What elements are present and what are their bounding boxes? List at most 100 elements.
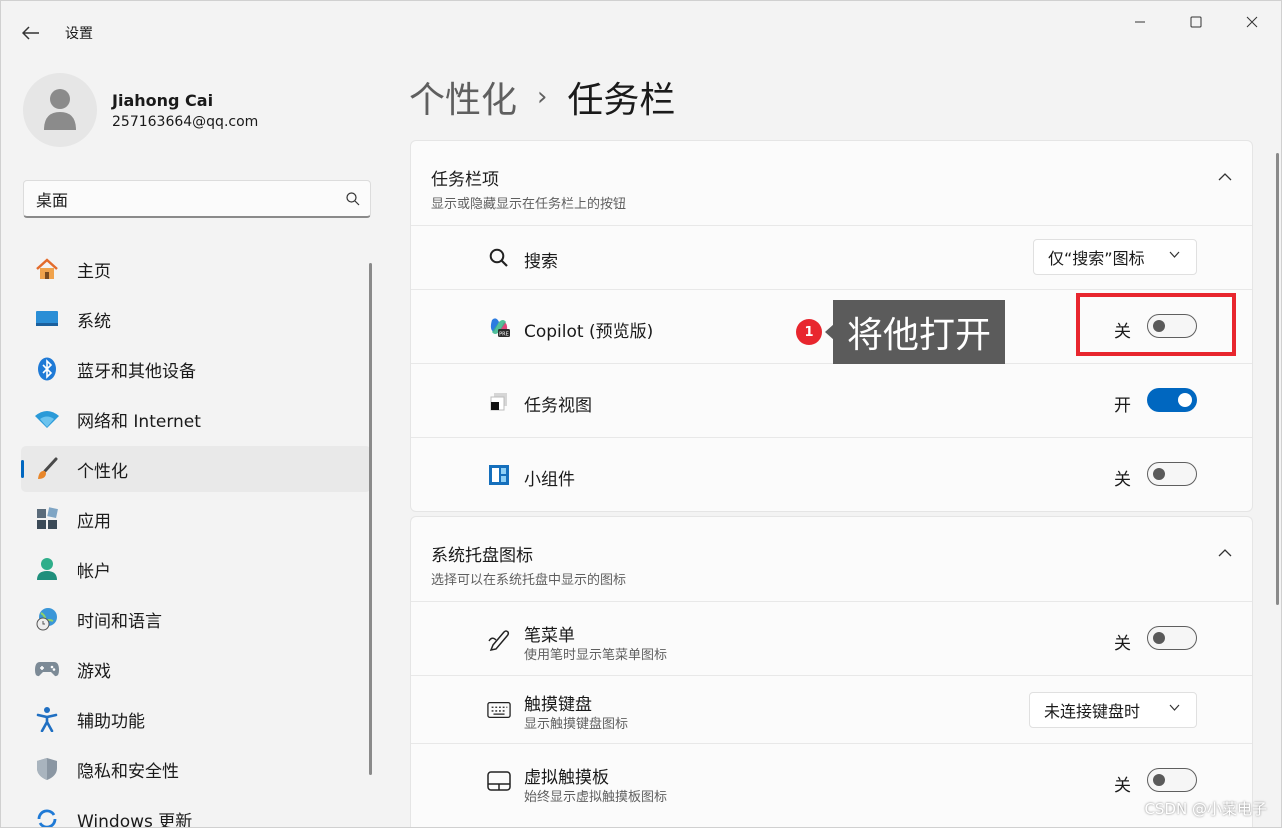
chevron-down-icon	[1169, 704, 1180, 711]
minimize-button[interactable]	[1117, 7, 1163, 37]
pen-icon	[487, 627, 511, 651]
pen-menu-toggle[interactable]	[1147, 626, 1197, 650]
sidebar-item-network[interactable]: 网络和 Internet	[21, 396, 371, 442]
tray-icons-header[interactable]: 系统托盘图标 选择可以在系统托盘中显示的图标	[411, 517, 1252, 602]
sidebar-item-system[interactable]: 系统	[21, 296, 371, 342]
sidebar-scrollbar[interactable]	[369, 263, 372, 775]
sidebar-item-label: 时间和语言	[77, 611, 162, 632]
taskbar-items-header[interactable]: 任务栏项 显示或隐藏显示在任务栏上的按钮	[411, 141, 1252, 226]
bluetooth-icon	[34, 356, 60, 382]
touchpad-icon	[487, 769, 511, 793]
setting-row-widgets: 小组件 关	[411, 438, 1252, 511]
tray-icons-card: 系统托盘图标 选择可以在系统托盘中显示的图标 笔菜单 使用笔时显示笔菜单图标 关…	[410, 516, 1253, 827]
setting-description: 使用笔时显示笔菜单图标	[524, 648, 668, 663]
card-title: 任务栏项	[431, 170, 499, 190]
setting-label: 触摸键盘	[524, 695, 592, 715]
avatar	[23, 73, 97, 147]
card-subtitle: 选择可以在系统托盘中显示的图标	[431, 573, 627, 588]
sidebar-item-label: 帐户	[77, 561, 111, 582]
breadcrumb: 个性化 › 任务栏	[409, 71, 675, 123]
setting-row-touch-keyboard: 触摸键盘 显示触摸键盘图标 未连接键盘时	[411, 676, 1252, 744]
keyboard-icon	[487, 698, 511, 722]
task-view-toggle[interactable]	[1147, 388, 1197, 412]
accessibility-icon	[34, 706, 60, 732]
toggle-state-label: 关	[1114, 634, 1131, 654]
setting-label: 小组件	[524, 470, 575, 490]
sidebar-item-label: 个性化	[77, 461, 128, 482]
sidebar-item-personalization[interactable]: 个性化	[21, 446, 371, 492]
settings-window: 设置 Jiahong Cai 257163664@qq.com 桌面 主页 系统…	[0, 0, 1282, 828]
main-scrollbar[interactable]	[1276, 153, 1279, 605]
copilot-icon: PRE	[487, 315, 511, 339]
task-view-icon	[487, 389, 511, 413]
setting-label: 笔菜单	[524, 626, 575, 646]
search-icon	[487, 246, 511, 270]
sidebar-item-time-language[interactable]: 时间和语言	[21, 596, 371, 642]
sidebar-item-label: 游戏	[77, 661, 111, 682]
breadcrumb-separator: ›	[537, 82, 548, 112]
svg-text:PRE: PRE	[499, 331, 509, 337]
widgets-toggle[interactable]	[1147, 462, 1197, 486]
setting-row-task-view: 任务视图 开	[411, 364, 1252, 438]
search-icon[interactable]	[336, 191, 370, 206]
toggle-state-label: 关	[1114, 470, 1131, 490]
sidebar-item-bluetooth[interactable]: 蓝牙和其他设备	[21, 346, 371, 392]
close-button[interactable]	[1229, 7, 1275, 37]
sidebar-item-windows-update[interactable]: Windows 更新	[21, 796, 371, 828]
sidebar-item-accounts[interactable]: 帐户	[21, 546, 371, 592]
sidebar-item-accessibility[interactable]: 辅助功能	[21, 696, 371, 742]
sidebar-item-home[interactable]: 主页	[21, 246, 371, 292]
account-icon	[34, 556, 60, 582]
setting-label: 虚拟触摸板	[524, 768, 609, 788]
virtual-touchpad-toggle[interactable]	[1147, 768, 1197, 792]
sidebar-nav: 主页 系统 蓝牙和其他设备 网络和 Internet 个性化 应用 帐户 时间和…	[21, 246, 371, 828]
setting-row-pen-menu: 笔菜单 使用笔时显示笔菜单图标 关	[411, 602, 1252, 676]
update-icon	[34, 806, 60, 827]
sidebar-item-label: 网络和 Internet	[77, 411, 201, 432]
sidebar-item-label: Windows 更新	[77, 811, 193, 828]
toggle-knob	[1153, 774, 1165, 786]
close-icon	[1246, 16, 1258, 28]
setting-row-virtual-touchpad: 虚拟触摸板 始终显示虚拟触摸板图标 关	[411, 744, 1252, 818]
search-mode-dropdown[interactable]: 仅“搜索”图标	[1033, 239, 1197, 275]
search-input[interactable]: 桌面	[23, 180, 371, 218]
paintbrush-icon	[34, 456, 60, 482]
home-icon	[34, 256, 60, 282]
sidebar-item-apps[interactable]: 应用	[21, 496, 371, 542]
maximize-button[interactable]	[1173, 7, 1219, 37]
toggle-knob	[1153, 468, 1165, 480]
setting-label: 搜索	[524, 252, 558, 272]
annotation-highlight-box	[1076, 293, 1236, 356]
sidebar-item-label: 主页	[77, 261, 111, 282]
sidebar-item-label: 蓝牙和其他设备	[77, 361, 196, 382]
setting-label: Copilot (预览版)	[524, 322, 654, 342]
toggle-knob	[1153, 632, 1165, 644]
setting-row-search: 搜索 仅“搜索”图标	[411, 226, 1252, 290]
touch-keyboard-dropdown[interactable]: 未连接键盘时	[1029, 692, 1197, 728]
setting-description: 显示触摸键盘图标	[524, 717, 629, 732]
apps-icon	[34, 506, 60, 532]
setting-description: 始终显示虚拟触摸板图标	[524, 790, 668, 805]
annotation-badge: 1	[796, 319, 822, 345]
back-button[interactable]	[15, 19, 47, 47]
globe-clock-icon	[34, 606, 60, 632]
watermark: CSDN @小菜电子	[1144, 800, 1267, 818]
sidebar-item-label: 应用	[77, 511, 111, 532]
sidebar-item-label: 隐私和安全性	[77, 761, 179, 782]
sidebar-item-privacy[interactable]: 隐私和安全性	[21, 746, 371, 792]
toggle-state-label: 关	[1114, 776, 1131, 796]
gamepad-icon	[34, 656, 60, 682]
setting-label: 任务视图	[524, 396, 592, 416]
chevron-up-icon	[1218, 549, 1232, 557]
user-profile[interactable]: Jiahong Cai 257163664@qq.com	[23, 72, 258, 148]
sidebar-item-gaming[interactable]: 游戏	[21, 646, 371, 692]
back-arrow-icon	[22, 26, 39, 40]
user-icon	[44, 89, 76, 130]
dropdown-value: 未连接键盘时	[1044, 702, 1141, 721]
maximize-icon	[1190, 16, 1202, 28]
widgets-icon	[487, 463, 511, 487]
app-title: 设置	[65, 26, 93, 42]
shield-icon	[34, 756, 60, 782]
breadcrumb-parent[interactable]: 个性化	[409, 71, 517, 123]
profile-name: Jiahong Cai	[112, 90, 214, 110]
